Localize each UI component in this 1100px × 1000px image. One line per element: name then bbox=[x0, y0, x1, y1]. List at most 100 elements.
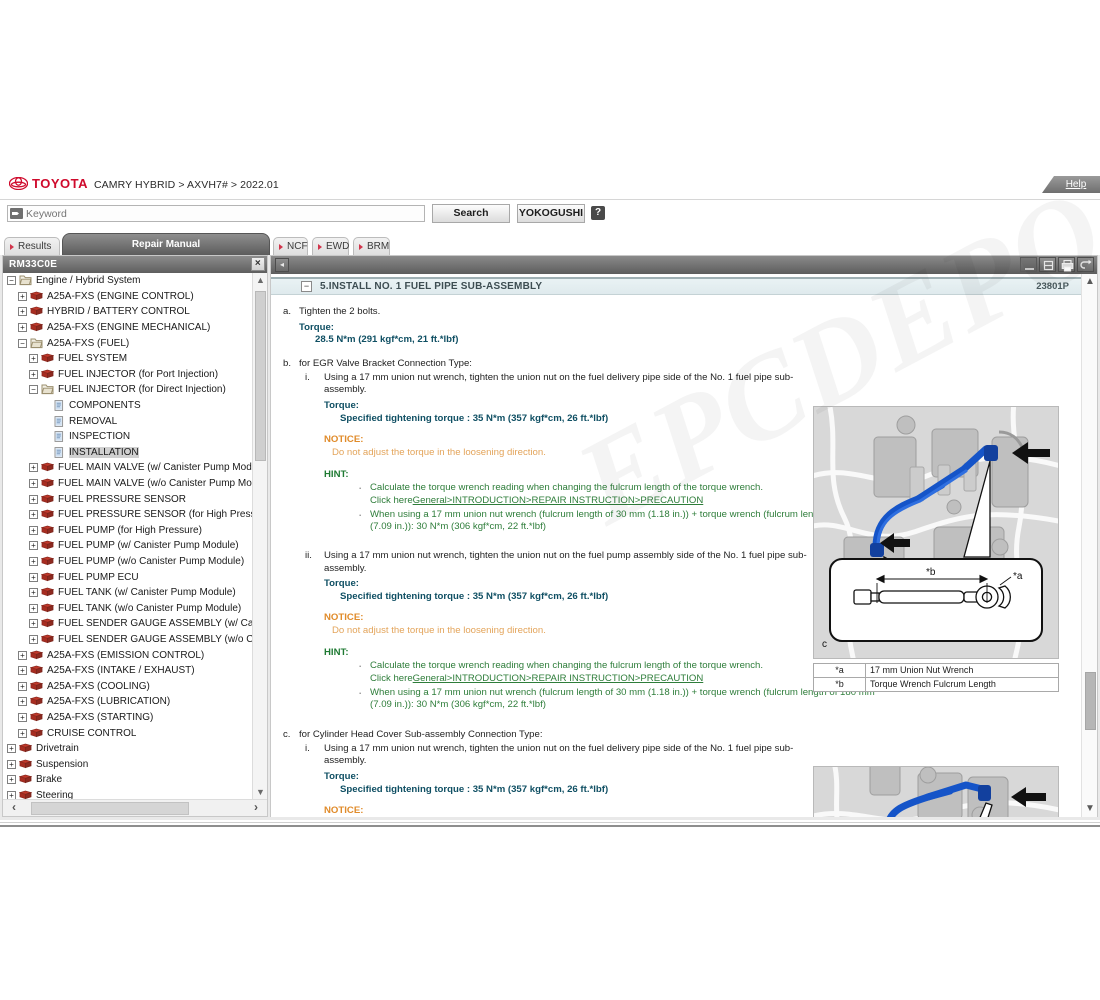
tree-node[interactable]: + HYBRID / BATTERY CONTROL bbox=[3, 304, 267, 320]
document-scroll-area[interactable]: − 5.INSTALL NO. 1 FUEL PIPE SUB-ASSEMBLY… bbox=[271, 274, 1081, 817]
expand-icon[interactable]: + bbox=[29, 494, 38, 504]
tree-node[interactable]: + A25A-FXS (INTAKE / EXHAUST) bbox=[3, 663, 267, 679]
tree-node[interactable]: − FUEL INJECTOR (for Direct Injection) bbox=[3, 382, 267, 398]
tree-node[interactable]: + FUEL PUMP (w/ Canister Pump Module) bbox=[3, 538, 267, 554]
expand-icon[interactable]: + bbox=[7, 744, 16, 754]
tree-node[interactable]: + FUEL PRESSURE SENSOR (for High Pressure… bbox=[3, 507, 267, 523]
tree-node[interactable]: + FUEL TANK (w/o Canister Pump Module) bbox=[3, 600, 267, 616]
tree-node[interactable]: + CRUISE CONTROL bbox=[3, 725, 267, 741]
content-vertical-scrollbar[interactable]: ▲ ▼ bbox=[1081, 274, 1097, 817]
expand-icon[interactable]: + bbox=[18, 666, 27, 676]
expand-icon[interactable]: + bbox=[29, 634, 38, 644]
search-input[interactable] bbox=[26, 206, 406, 221]
tree-node[interactable]: + A25A-FXS (LUBRICATION) bbox=[3, 694, 267, 710]
expand-icon[interactable]: + bbox=[29, 369, 38, 379]
collapse-icon[interactable]: − bbox=[29, 385, 38, 395]
expand-icon[interactable]: + bbox=[18, 728, 27, 738]
tree-vertical-scrollbar[interactable]: ▲ ▼ bbox=[252, 273, 267, 800]
tree-node[interactable]: − A25A-FXS (FUEL) bbox=[3, 335, 267, 351]
section-code: 23801P bbox=[1036, 281, 1069, 292]
tab-results[interactable]: Results bbox=[4, 237, 60, 255]
tree-node[interactable]: + FUEL INJECTOR (for Port Injection) bbox=[3, 367, 267, 383]
search-input-container[interactable] bbox=[7, 205, 425, 222]
expand-icon[interactable]: + bbox=[29, 510, 38, 520]
yokogushi-button[interactable]: YOKOGUSHI bbox=[517, 204, 585, 223]
tree-node[interactable]: + FUEL PUMP ECU bbox=[3, 569, 267, 585]
tree-node[interactable]: + FUEL PUMP (for High Pressure) bbox=[3, 523, 267, 539]
tree-node[interactable]: + Drivetrain bbox=[3, 741, 267, 757]
collapse-icon[interactable]: − bbox=[7, 276, 16, 286]
tree-node[interactable]: COMPONENTS bbox=[3, 398, 267, 414]
tree-node[interactable]: INSPECTION bbox=[3, 429, 267, 445]
chevron-up-icon[interactable]: ▲ bbox=[253, 273, 268, 288]
tree-node[interactable]: + A25A-FXS (STARTING) bbox=[3, 710, 267, 726]
tree-hscroll-thumb[interactable] bbox=[31, 801, 189, 815]
hint-link[interactable]: General>INTRODUCTION>REPAIR INSTRUCTION>… bbox=[413, 673, 704, 684]
expand-icon[interactable]: + bbox=[29, 479, 38, 489]
toyota-logo[interactable]: TOYOTA bbox=[9, 176, 88, 191]
expand-icon[interactable]: + bbox=[18, 291, 27, 301]
tree-node[interactable]: − Engine / Hybrid System bbox=[3, 273, 267, 289]
collapse-icon[interactable]: − bbox=[18, 338, 27, 348]
expand-icon[interactable]: + bbox=[7, 759, 16, 769]
expand-icon[interactable]: + bbox=[29, 525, 38, 535]
expand-icon[interactable]: + bbox=[29, 619, 38, 629]
tab-brm[interactable]: BRM bbox=[353, 237, 390, 255]
search-button[interactable]: Search bbox=[432, 204, 510, 223]
book-icon bbox=[18, 759, 33, 770]
tree-node[interactable]: + Suspension bbox=[3, 756, 267, 772]
expand-icon[interactable]: + bbox=[18, 681, 27, 691]
expand-icon[interactable]: + bbox=[29, 541, 38, 551]
tree-node[interactable]: + A25A-FXS (ENGINE CONTROL) bbox=[3, 289, 267, 305]
tree-node[interactable]: + A25A-FXS (ENGINE MECHANICAL) bbox=[3, 320, 267, 336]
chevron-left-icon[interactable]: ‹ bbox=[3, 800, 25, 817]
tree-node[interactable]: + FUEL SENDER GAUGE ASSEMBLY (w/ Canister… bbox=[3, 616, 267, 632]
tree-node[interactable]: + FUEL MAIN VALVE (w/ Canister Pump Modul… bbox=[3, 460, 267, 476]
tab-ewd[interactable]: EWD bbox=[312, 237, 349, 255]
tree-node[interactable]: + FUEL PUMP (w/o Canister Pump Module) bbox=[3, 554, 267, 570]
tree-node[interactable]: + FUEL SYSTEM bbox=[3, 351, 267, 367]
tree-node[interactable]: + FUEL PRESSURE SENSOR bbox=[3, 491, 267, 507]
minimize-icon[interactable] bbox=[1020, 257, 1037, 272]
tree-horizontal-scrollbar[interactable]: ‹ › bbox=[3, 799, 267, 816]
tab-repair-manual[interactable]: Repair Manual bbox=[62, 233, 270, 255]
tree-node[interactable]: INSTALLATION bbox=[3, 445, 267, 461]
tree-node[interactable]: + FUEL SENDER GAUGE ASSEMBLY (w/o Caniste… bbox=[3, 632, 267, 648]
expand-icon[interactable]: + bbox=[18, 650, 27, 660]
tree-node[interactable]: + FUEL TANK (w/ Canister Pump Module) bbox=[3, 585, 267, 601]
expand-icon[interactable]: + bbox=[29, 588, 38, 598]
tree-node[interactable]: + FUEL MAIN VALVE (w/o Canister Pump Modu… bbox=[3, 476, 267, 492]
expand-icon[interactable]: + bbox=[18, 697, 27, 707]
expand-icon[interactable]: + bbox=[18, 323, 27, 333]
tree-node-list[interactable]: − Engine / Hybrid System + A25A-FXS (ENGINE… bbox=[3, 273, 267, 800]
expand-icon[interactable]: + bbox=[18, 307, 27, 317]
tree-node[interactable]: REMOVAL bbox=[3, 413, 267, 429]
chevron-up-icon[interactable]: ▲ bbox=[1082, 274, 1098, 290]
chevron-down-icon[interactable]: ▼ bbox=[253, 785, 268, 800]
expand-icon[interactable]: + bbox=[29, 463, 38, 473]
expand-icon[interactable]: + bbox=[29, 572, 38, 582]
tab-ncf[interactable]: NCF bbox=[273, 237, 308, 255]
search-help-icon[interactable]: ? bbox=[591, 206, 605, 220]
chevron-down-icon[interactable]: ▼ bbox=[1082, 801, 1098, 817]
close-icon[interactable]: × bbox=[251, 257, 265, 271]
expand-icon[interactable]: + bbox=[29, 354, 38, 364]
expand-icon[interactable]: + bbox=[7, 775, 16, 785]
tree-node[interactable]: + A25A-FXS (EMISSION CONTROL) bbox=[3, 647, 267, 663]
tree-node[interactable]: + Brake bbox=[3, 772, 267, 788]
hint-link[interactable]: General>INTRODUCTION>REPAIR INSTRUCTION>… bbox=[413, 495, 704, 506]
expand-icon[interactable]: + bbox=[29, 556, 38, 566]
chevron-right-icon[interactable]: › bbox=[245, 800, 267, 817]
expand-icon[interactable]: + bbox=[29, 603, 38, 613]
document-body: a. Tighten the 2 bolts. Torque: 28.5 N*m… bbox=[271, 306, 1081, 817]
page-layout-icon[interactable] bbox=[1039, 257, 1056, 272]
print-icon[interactable] bbox=[1058, 257, 1075, 272]
section-collapse-icon[interactable]: − bbox=[301, 281, 312, 292]
expand-icon[interactable]: + bbox=[18, 712, 27, 722]
content-scroll-thumb[interactable] bbox=[1085, 672, 1096, 730]
tree-scroll-thumb[interactable] bbox=[255, 291, 266, 461]
back-arrow-icon[interactable] bbox=[1077, 257, 1094, 272]
tree-node[interactable]: + A25A-FXS (COOLING) bbox=[3, 678, 267, 694]
collapse-sidebar-button[interactable]: ◂ bbox=[275, 258, 289, 272]
tree-hscroll-track[interactable] bbox=[25, 801, 245, 815]
